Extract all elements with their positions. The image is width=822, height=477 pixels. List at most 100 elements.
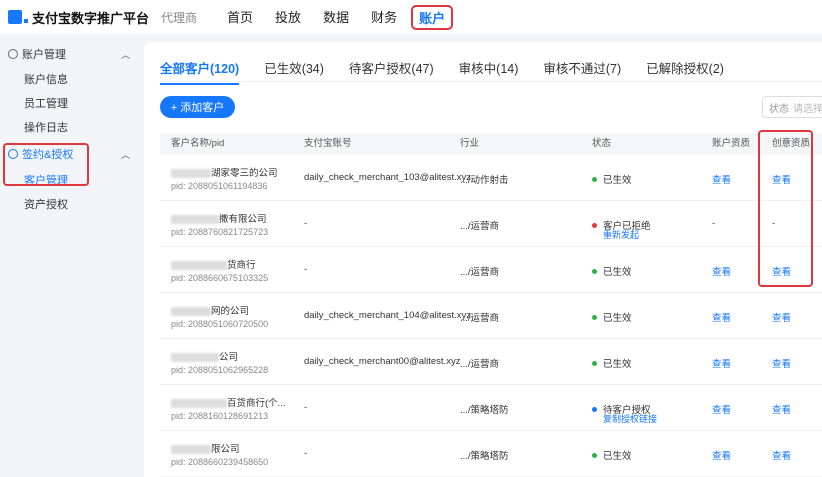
user-icon [8, 49, 18, 59]
alipay-account: - [304, 448, 308, 459]
redacted-block [171, 306, 211, 316]
redacted-block [171, 352, 219, 362]
industry: .../策略塔防 [460, 451, 509, 462]
tab-divider [160, 81, 822, 82]
th-name: 客户名称/pid [171, 138, 225, 149]
sidebar-item-asset-auth[interactable]: 资产授权 [24, 196, 68, 212]
alipay-account: daily_check_merchant_104@alitest.xyz [304, 310, 472, 321]
th-account: 支付宝账号 [304, 138, 352, 149]
redacted-block [171, 214, 219, 224]
app-title: 支付宝数字推广平台 [32, 10, 150, 26]
customer-pid: pid: 2088760821725723 [171, 227, 269, 237]
th-industry: 行业 [460, 138, 480, 149]
industry: .../动作射击 [460, 175, 509, 186]
creative-qual-link[interactable]: 查看 [772, 402, 791, 416]
alipay-account: daily_check_merchant00@alitest.xyz [304, 356, 461, 367]
creative-qual-link[interactable]: 查看 [772, 310, 791, 324]
table-row: 百货商行(个... pid: 2088160128691213- .../策略塔防待… [160, 385, 822, 431]
status-dot-icon [592, 314, 597, 320]
account-qual-link[interactable]: 查看 [712, 172, 731, 186]
status-dot-icon [592, 176, 597, 182]
add-customer-button[interactable]: + 添加客户 [160, 96, 235, 118]
account-qual-link[interactable]: 查看 [712, 310, 731, 324]
sidebar-item-account-info[interactable]: 账户信息 [24, 71, 68, 87]
redacted-block [171, 398, 227, 408]
status-dot-icon [592, 452, 597, 458]
sidebar-group-account[interactable]: 账户管理 ︿ [4, 44, 134, 64]
table-row: 网的公司 pid: 2088051060720500 daily_check_mer… [160, 293, 822, 339]
role-label: 代理商 [161, 10, 198, 25]
customer-pid: pid: 2088051061194836 [171, 181, 268, 191]
account-qual-link[interactable]: 查看 [712, 448, 731, 462]
status: 已生效 [592, 264, 632, 278]
status: 已生效 [592, 448, 632, 462]
customer-pid: pid: 2088660675103325 [171, 273, 269, 283]
th-account-qual: 账户资质 [712, 138, 751, 149]
nav-finance[interactable]: 财务 [371, 5, 397, 30]
sidebar: 账户管理 ︿ 账户信息 员工管理 操作日志 签约&授权 ︿ 客户管理 资产授权 [0, 34, 140, 477]
nav-data[interactable]: 数据 [323, 5, 349, 30]
redacted-block [171, 260, 227, 270]
industry: .../运营商 [460, 359, 500, 370]
status-dot-icon [592, 268, 597, 274]
customer-pid: pid: 2088660239458650 [171, 457, 269, 467]
account-qual-link[interactable]: 查看 [712, 356, 731, 370]
status-action-link[interactable]: 重新发起 [603, 228, 639, 241]
filter-label: 状态 [769, 103, 789, 115]
customer-name: 百货商行(个... [171, 395, 286, 409]
th-status: 状态 [592, 138, 612, 149]
nav-delivery[interactable]: 投放 [275, 5, 301, 30]
alipay-account: - [304, 402, 308, 413]
industry: .../策略塔防 [460, 405, 509, 416]
status: 已生效 [592, 172, 632, 186]
table-row: 撒有限公司 pid: 2088760821725723- .../运营商 客户已拒绝重… [160, 201, 822, 247]
table-row: 货商行 pid: 2088660675103325- .../运营商 已生效 查看 查看 [160, 247, 822, 293]
top-bar: 支付宝数字推广平台 代理商 首页 投放 数据 财务 账户 [0, 0, 822, 34]
account-qual-link[interactable]: - [712, 218, 715, 229]
industry: .../运营商 [460, 221, 500, 232]
sidebar-item-logs[interactable]: 操作日志 [24, 119, 68, 135]
customer-name: 湖家零三的公司 [171, 165, 278, 179]
status-action-link[interactable]: 复制授权链接 [603, 412, 657, 425]
customer-name: 公司 [171, 349, 238, 363]
industry: .../运营商 [460, 267, 500, 278]
alipay-account: - [304, 264, 308, 275]
nav-home[interactable]: 首页 [227, 5, 253, 30]
alipay-account: daily_check_merchant_103@alitest.xyz [304, 172, 472, 183]
creative-qual-link[interactable]: 查看 [772, 448, 791, 462]
status: 已生效 [592, 310, 632, 324]
account-qual-link[interactable]: 查看 [712, 264, 731, 278]
sidebar-group-label: 账户管理 [22, 49, 66, 61]
chevron-up-icon: ︿ [120, 149, 130, 160]
table-row: 限公司 pid: 2088660239458650 - .../策略塔防 已生效 查看 查看 [160, 431, 822, 477]
nav-account[interactable]: 账户 [411, 4, 454, 30]
sidebar-item-staff[interactable]: 员工管理 [24, 95, 68, 111]
status-dot-icon [592, 222, 597, 228]
redacted-block [171, 168, 211, 178]
highlight-box [3, 143, 89, 186]
customer-name: 撒有限公司 [171, 211, 267, 225]
creative-qual-link[interactable]: 查看 [772, 356, 791, 370]
customer-name: 限公司 [171, 441, 240, 455]
table-row: 公司 pid: 2088051062965228 daily_check_merch… [160, 339, 822, 385]
logo-icon [8, 10, 22, 24]
filter-placeholder: 请选择 [793, 103, 822, 115]
logo-dot-icon [24, 19, 28, 23]
status: 已生效 [592, 356, 632, 370]
industry: .../运营商 [460, 313, 500, 324]
customer-name: 网的公司 [171, 303, 249, 317]
customer-pid: pid: 2088160128691213 [171, 411, 269, 421]
account-qual-link[interactable]: 查看 [712, 402, 731, 416]
main-nav: 首页 投放 数据 财务 账户 [227, 4, 475, 30]
customer-name: 货商行 [171, 257, 256, 271]
status-dot-icon [592, 406, 597, 412]
customer-pid: pid: 2088051060720500 [171, 319, 269, 329]
highlight-box [758, 130, 813, 287]
status-dot-icon [592, 360, 597, 366]
customer-pid: pid: 2088051062965228 [171, 365, 269, 375]
status-filter[interactable]: 状态 请选择 [762, 96, 822, 118]
alipay-account: - [304, 218, 308, 229]
logo[interactable]: 支付宝数字推广平台 [8, 8, 149, 27]
main-panel: 全部客户(120) 已生效(34) 待客户授权(47) 审核中(14) 审核不通… [144, 42, 822, 477]
chevron-up-icon: ︿ [120, 49, 130, 60]
